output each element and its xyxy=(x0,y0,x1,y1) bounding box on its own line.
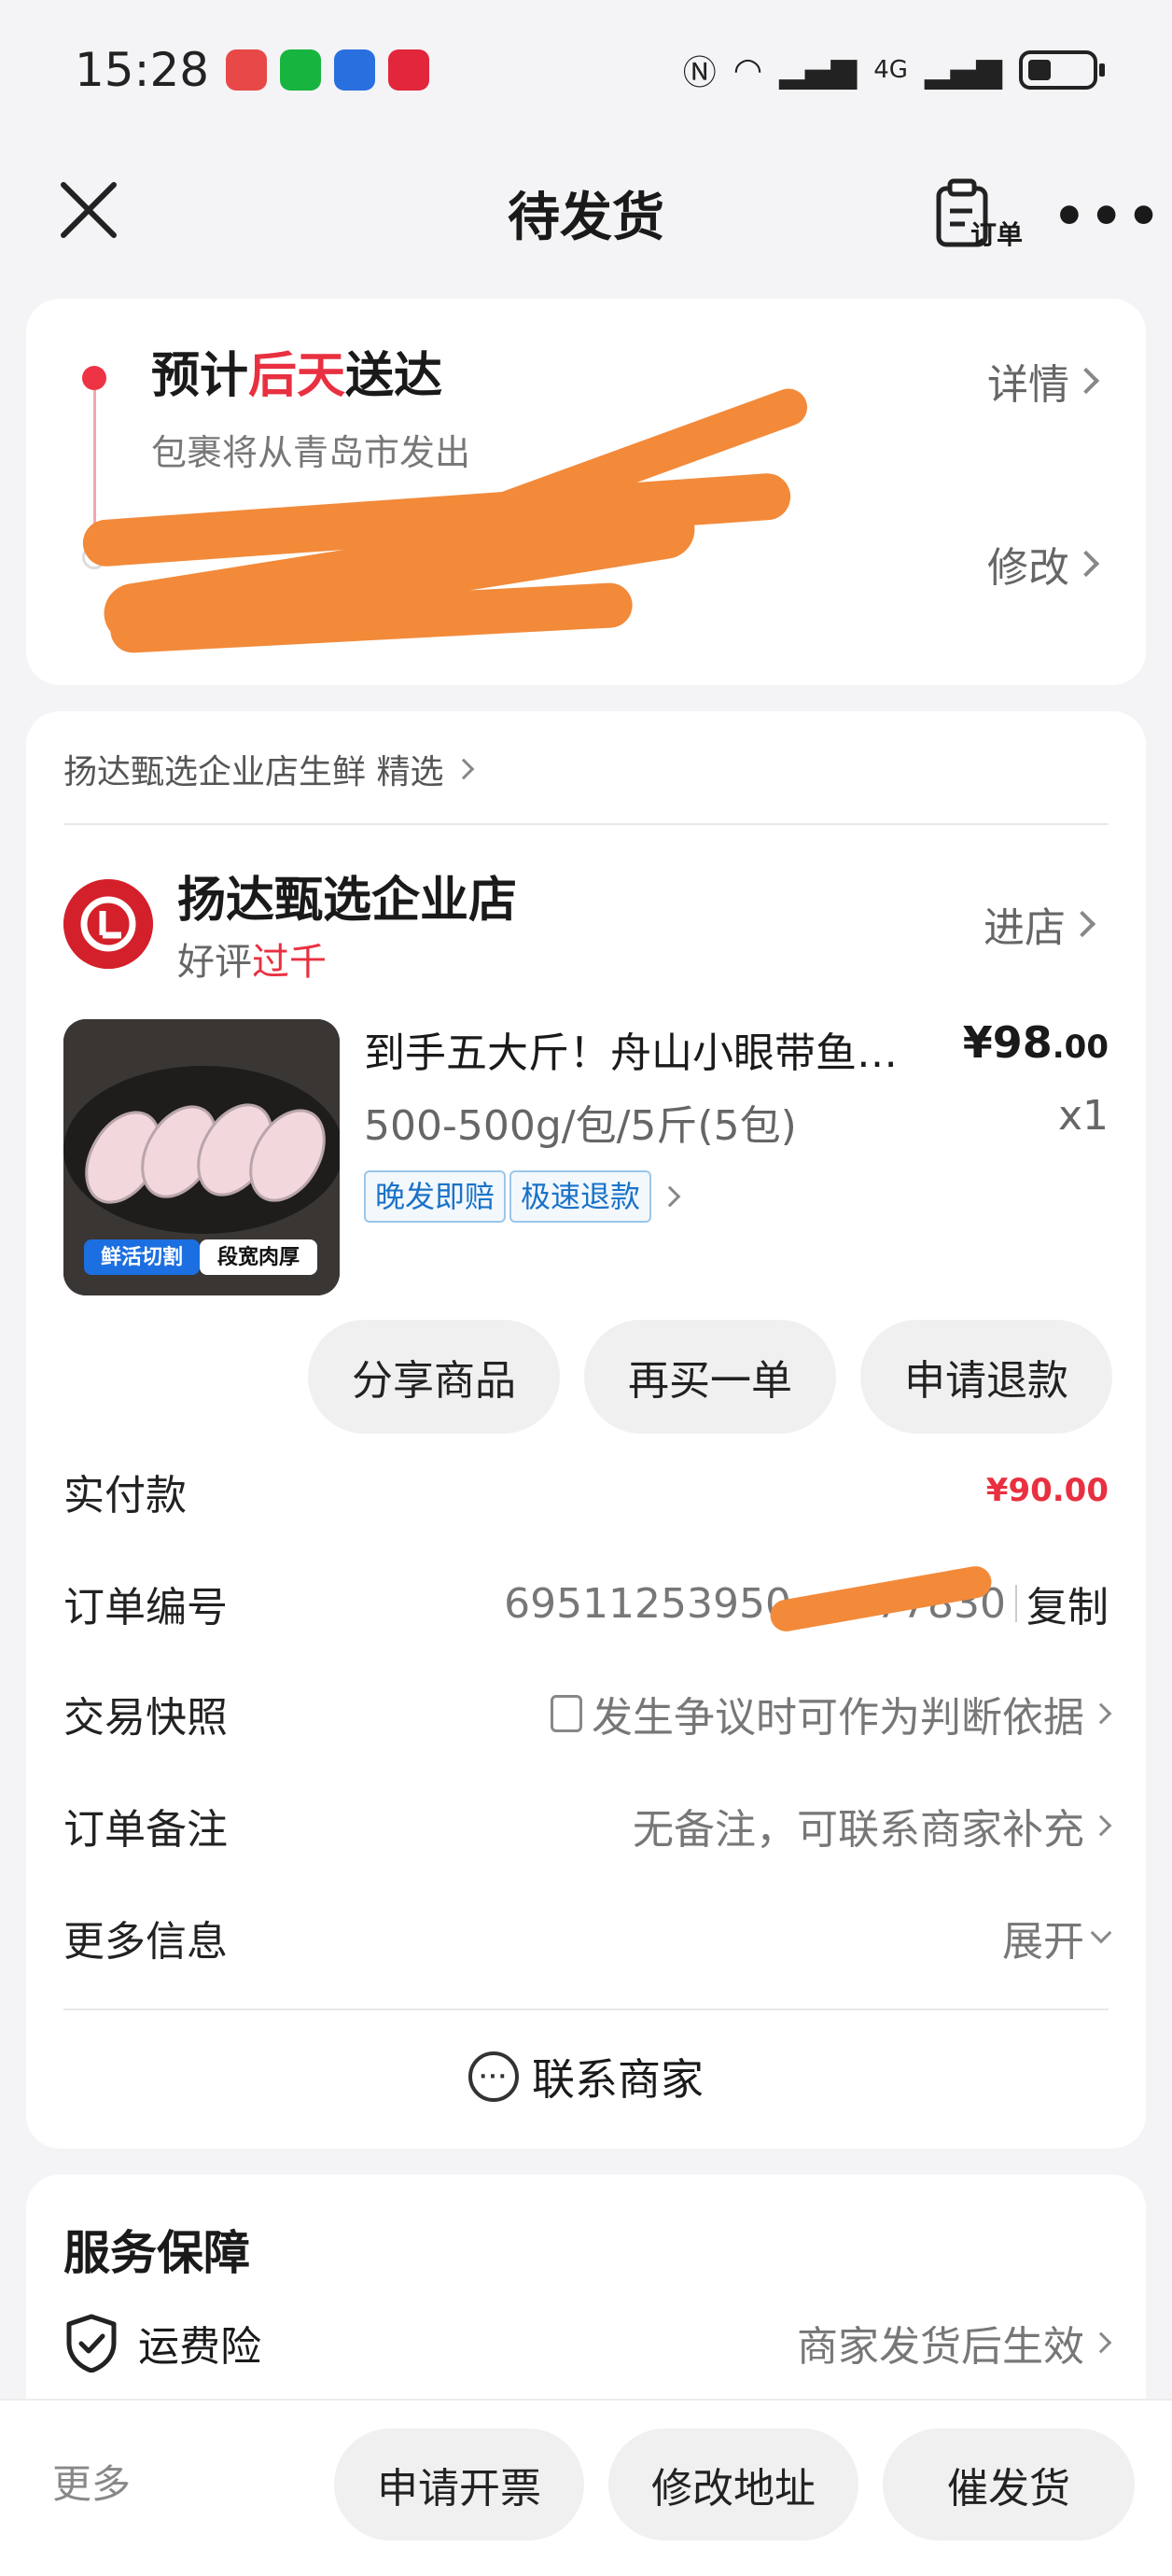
shop-logo[interactable] xyxy=(63,879,153,969)
app-notification-icon xyxy=(388,49,430,91)
shipping-insurance-label: 运费险 xyxy=(138,2323,261,2371)
order-number-label: 订单编号 xyxy=(63,1584,228,1631)
more-menu-icon[interactable]: ••• xyxy=(1053,187,1164,247)
request-refund-button[interactable]: 申请退款 xyxy=(860,1320,1112,1434)
order-note-link[interactable]: 无备注，可联系商家补充 xyxy=(633,1796,1112,1855)
order-icon-label[interactable]: 订单 xyxy=(970,215,1023,252)
network-type: 4G xyxy=(873,56,908,84)
chevron-right-icon xyxy=(453,758,475,780)
shipping-insurance-status[interactable]: 商家发货后生效 xyxy=(797,2313,1112,2373)
shop-category-link[interactable]: 扬达甄选企业店生鲜 精选 xyxy=(63,745,475,793)
status-bar: 15:28 Ⓝ ◠ ▂▄▆ 4G ▂▄▆ xyxy=(0,0,1172,140)
trade-snapshot-label: 交易快照 xyxy=(63,1694,228,1742)
delivery-estimate: 预计后天送达 xyxy=(151,348,443,404)
product-title[interactable]: 到手五大斤！舟山小眼带鱼… xyxy=(364,1019,961,1079)
chevron-right-icon xyxy=(1090,1702,1112,1725)
more-actions-button[interactable]: 更多 xyxy=(52,2453,131,2510)
share-product-button[interactable]: 分享商品 xyxy=(308,1320,560,1434)
urge-shipment-button[interactable]: 催发货 xyxy=(883,2429,1135,2541)
more-info-label: 更多信息 xyxy=(63,1918,228,1966)
delivery-details-link[interactable]: 详情 xyxy=(987,351,1100,411)
chat-icon: ··· xyxy=(468,2051,519,2102)
product-spec: 500-500g/包/5斤(5包) xyxy=(364,1102,797,1150)
nfc-icon: Ⓝ xyxy=(682,54,717,92)
request-invoice-button[interactable]: 申请开票 xyxy=(334,2429,584,2541)
order-card: 扬达甄选企业店生鲜 精选 扬达甄选企业店 好评过千 进店 鲜活切割 段宽肉厚 到… xyxy=(26,711,1146,2149)
separator xyxy=(1015,1585,1017,1622)
status-indicators: Ⓝ ◠ ▂▄▆ 4G ▂▄▆ xyxy=(682,46,1105,94)
chevron-right-icon xyxy=(1072,367,1100,395)
service-tag[interactable]: 极速退款 xyxy=(509,1170,652,1223)
chevron-right-icon xyxy=(1090,1814,1112,1837)
order-note-label: 订单备注 xyxy=(63,1806,228,1854)
wifi-icon: ◠ xyxy=(732,50,763,90)
document-icon xyxy=(551,1695,582,1732)
modify-address-link[interactable]: 修改 xyxy=(987,534,1100,594)
chevron-down-icon xyxy=(1090,1922,1112,1944)
signal-icon: ▂▄▆ xyxy=(924,50,1002,90)
status-time: 15:28 xyxy=(75,43,210,97)
product-quantity: x1 xyxy=(1057,1092,1109,1140)
shop-rating: 好评过千 xyxy=(177,941,327,984)
product-image[interactable]: 鲜活切割 段宽肉厚 xyxy=(63,1019,340,1295)
nav-bar: 待发货 订单 ••• xyxy=(0,149,1172,271)
timeline-dot-active xyxy=(82,366,106,390)
trade-snapshot-link[interactable]: 发生争议时可作为判断依据 xyxy=(551,1684,1112,1743)
shield-check-icon xyxy=(66,2314,117,2373)
image-caption: 段宽肉厚 xyxy=(217,1245,300,1269)
delivery-card: 预计后天送达 包裹将从青岛市发出 详情 修改 xyxy=(26,299,1146,685)
bottom-action-bar: 更多 申请开票 修改地址 催发货 xyxy=(0,2399,1172,2576)
enter-shop-link[interactable]: 进店 xyxy=(984,894,1096,954)
wechat-icon xyxy=(280,49,322,91)
battery-icon xyxy=(1019,50,1105,90)
modify-address-button[interactable]: 修改地址 xyxy=(608,2429,858,2541)
shop-name[interactable]: 扬达甄选企业店 xyxy=(177,861,517,931)
paid-amount-label: 实付款 xyxy=(63,1472,187,1519)
chevron-right-icon xyxy=(1090,2331,1112,2354)
chevron-right-icon[interactable] xyxy=(659,1185,681,1208)
service-title: 服务保障 xyxy=(63,2226,250,2280)
paid-amount: ¥90.00 xyxy=(985,1472,1109,1509)
copy-order-number-button[interactable]: 复制 xyxy=(1026,1574,1109,1633)
signal-icon: ▂▄▆ xyxy=(779,50,858,90)
contact-seller-button[interactable]: ··· 联系商家 xyxy=(26,2046,1146,2107)
divider xyxy=(63,823,1109,825)
shipping-origin: 包裹将从青岛市发出 xyxy=(151,432,471,473)
chevron-right-icon xyxy=(1068,910,1096,938)
image-caption: 鲜活切割 xyxy=(101,1245,183,1269)
chevron-right-icon xyxy=(1072,550,1100,578)
buy-again-button[interactable]: 再买一单 xyxy=(584,1320,836,1434)
product-price: ¥98.00 xyxy=(962,1017,1109,1068)
app-notification-icon xyxy=(334,49,376,91)
expand-more-info-button[interactable]: 展开 xyxy=(1002,1908,1112,1967)
divider xyxy=(63,2009,1109,2010)
app-notification-icon xyxy=(226,49,268,91)
service-tag[interactable]: 晚发即赔 xyxy=(364,1170,507,1223)
